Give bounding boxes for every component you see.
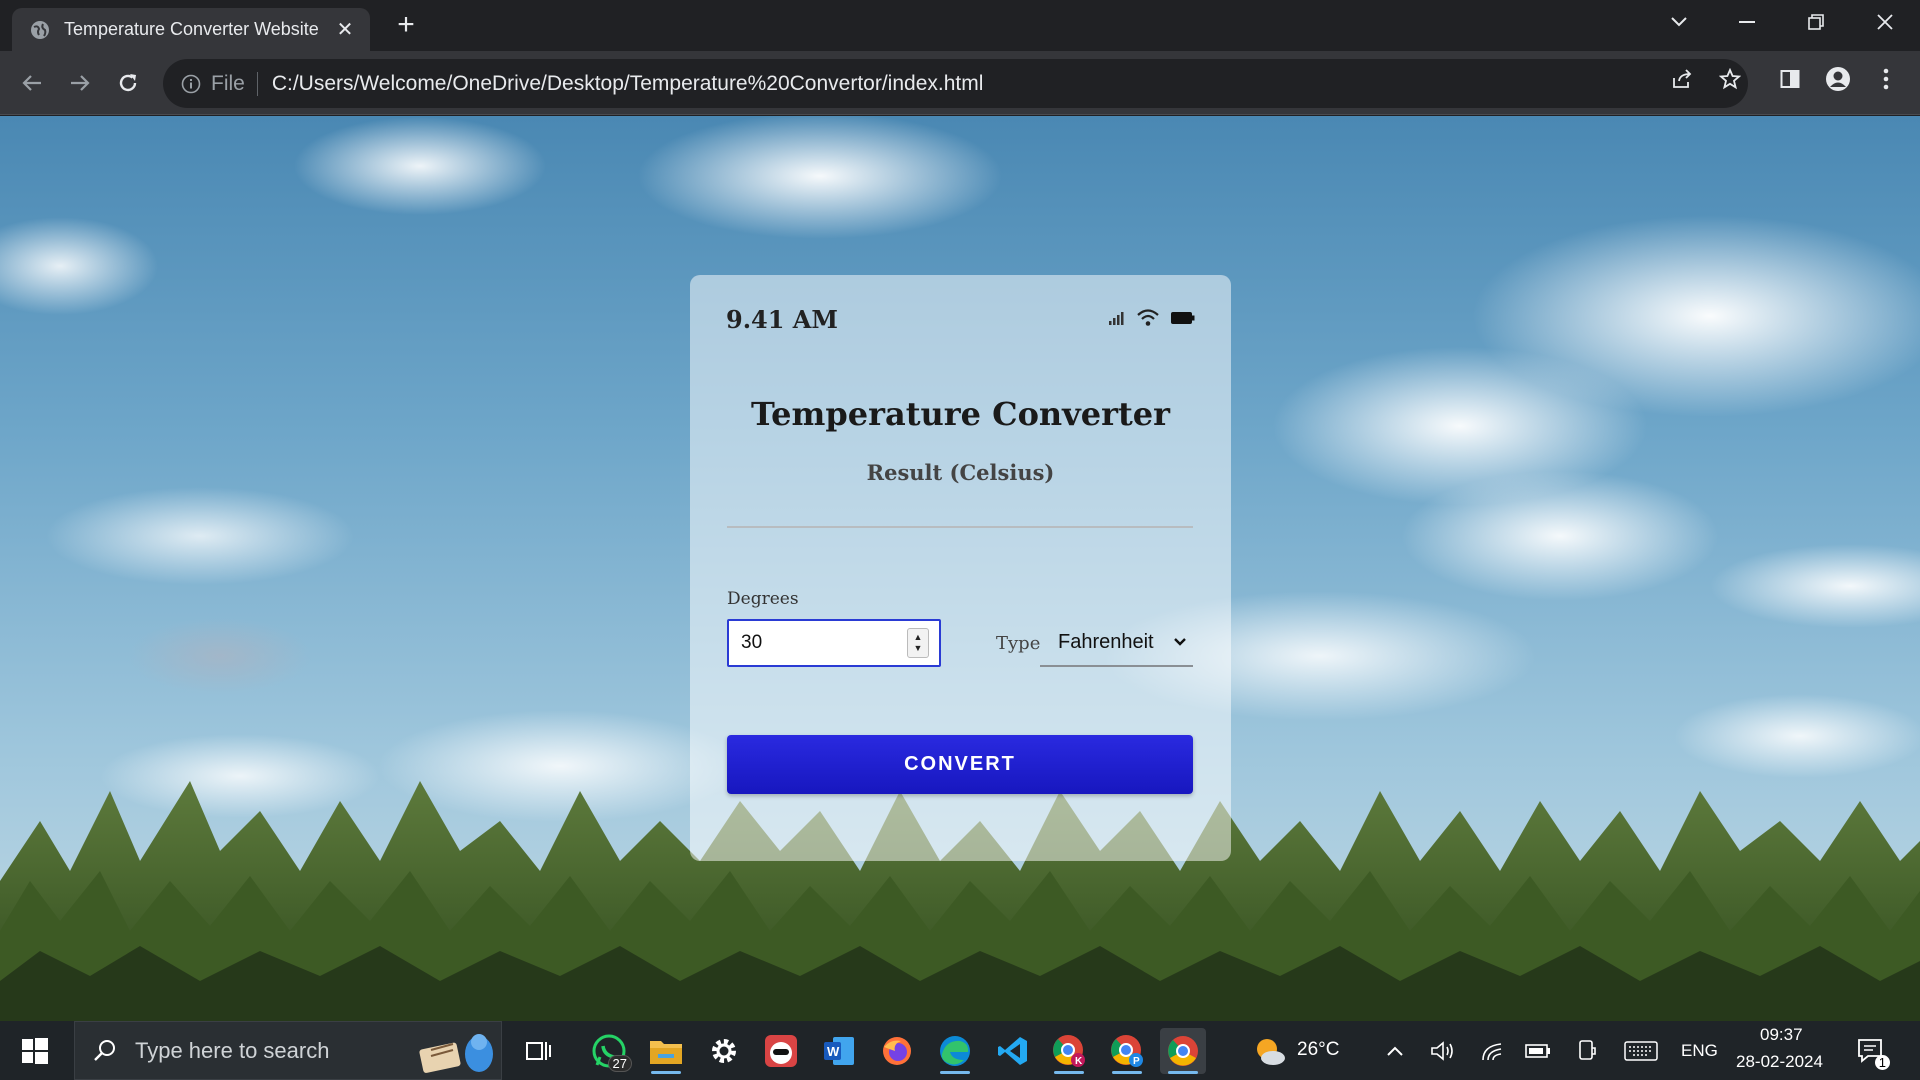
notification-count: 1 — [1874, 1055, 1890, 1070]
address-bar[interactable]: File C:/Users/Welcome/OneDrive/Desktop/T… — [163, 59, 1748, 108]
chevron-down-icon[interactable] — [1173, 637, 1187, 647]
type-select[interactable]: Fahrenheit — [1040, 619, 1193, 667]
minimize-button[interactable] — [1725, 6, 1769, 38]
tab-search-icon[interactable] — [1657, 6, 1701, 38]
search-placeholder: Type here to search — [135, 1037, 330, 1063]
restore-button[interactable] — [1794, 6, 1838, 38]
input-language[interactable]: ENG — [1681, 1041, 1718, 1061]
degrees-input-value[interactable]: 30 — [741, 632, 907, 654]
active-app-indicator — [1054, 1071, 1084, 1074]
profile-icon[interactable] — [1818, 59, 1858, 99]
spinner-up-icon[interactable]: ▲ — [914, 632, 923, 643]
network-icon[interactable] — [1469, 1028, 1515, 1074]
omnibox-separator — [256, 71, 258, 96]
convert-button[interactable]: CONVERT — [727, 735, 1193, 794]
settings-gear-icon[interactable] — [701, 1028, 747, 1074]
back-icon[interactable] — [12, 63, 52, 103]
weather-icon[interactable] — [1247, 1028, 1293, 1074]
whatsapp-badge: 27 — [607, 1055, 632, 1072]
share-icon[interactable] — [1662, 59, 1702, 99]
device-icon[interactable] — [1564, 1028, 1610, 1074]
taskbar-search[interactable]: Type here to search — [74, 1021, 502, 1080]
search-icon — [94, 1039, 115, 1061]
active-app-indicator — [940, 1071, 970, 1074]
url-text[interactable]: C:/Users/Welcome/OneDrive/Desktop/Temper… — [272, 72, 984, 96]
clock-time[interactable]: 09:37 — [1760, 1025, 1803, 1045]
notification-icon[interactable]: 1 — [1848, 1028, 1894, 1074]
svg-text:W: W — [827, 1044, 840, 1059]
degrees-input[interactable]: 30 ▲ ▼ — [727, 619, 941, 667]
active-app-indicator — [651, 1071, 681, 1074]
chevron-up-icon[interactable] — [1372, 1028, 1418, 1074]
whatsapp-icon[interactable]: 27 — [586, 1028, 632, 1074]
type-label: Type — [996, 633, 1041, 654]
word-icon[interactable]: W — [816, 1028, 862, 1074]
active-app-indicator — [1168, 1071, 1198, 1074]
spinner-down-icon[interactable]: ▼ — [914, 643, 923, 654]
chrome-profile-p-icon[interactable]: P — [1104, 1028, 1150, 1074]
degrees-label: Degrees — [727, 589, 799, 609]
svg-text:K: K — [1075, 1056, 1083, 1067]
type-select-value[interactable]: Fahrenheit — [1058, 631, 1173, 654]
tab-strip: Temperature Converter Website ✕ + — [0, 0, 1920, 51]
weather-temperature[interactable]: 26°C — [1297, 1039, 1339, 1061]
active-app-indicator — [1112, 1071, 1142, 1074]
new-tab-button[interactable]: + — [390, 10, 422, 42]
tab-close-icon[interactable]: ✕ — [334, 17, 356, 42]
tab-title: Temperature Converter Website — [64, 19, 319, 39]
result-divider — [727, 526, 1193, 528]
browser-toolbar: File C:/Users/Welcome/OneDrive/Desktop/T… — [0, 51, 1920, 115]
bookmark-star-icon[interactable] — [1710, 59, 1750, 99]
file-scheme-label: File — [211, 71, 245, 95]
info-icon[interactable] — [181, 74, 201, 94]
page-viewport: 9.41 AM Temperature Converter Result (Ce… — [0, 116, 1920, 1021]
forward-icon[interactable] — [60, 63, 100, 103]
converter-card: 9.41 AM Temperature Converter Result (Ce… — [690, 275, 1231, 861]
firefox-icon[interactable] — [874, 1028, 920, 1074]
app-mascot-icon[interactable] — [758, 1028, 804, 1074]
volume-icon[interactable] — [1420, 1028, 1466, 1074]
edge-icon[interactable] — [932, 1028, 978, 1074]
task-view-icon[interactable] — [516, 1028, 562, 1074]
status-time: 9.41 AM — [726, 305, 838, 334]
file-explorer-icon[interactable] — [643, 1028, 689, 1074]
browser-tab[interactable]: Temperature Converter Website ✕ — [12, 8, 370, 51]
keyboard-icon[interactable] — [1618, 1028, 1664, 1074]
menu-kebab-icon[interactable] — [1866, 59, 1906, 99]
signal-icon — [1109, 312, 1124, 325]
svg-text:P: P — [1133, 1056, 1140, 1067]
clock-date[interactable]: 28-02-2024 — [1736, 1052, 1823, 1072]
vscode-icon[interactable] — [990, 1028, 1036, 1074]
battery-tray-icon[interactable] — [1515, 1028, 1561, 1074]
status-icons — [1109, 309, 1195, 327]
chrome-icon[interactable] — [1160, 1028, 1206, 1074]
globe-icon — [31, 20, 49, 39]
close-window-button[interactable] — [1863, 6, 1907, 38]
search-highlight-icon — [419, 1034, 493, 1073]
result-label: Result (Celsius) — [866, 460, 1055, 485]
taskbar: Type here to search 27 W K P 26°C ENG 09… — [0, 1021, 1920, 1080]
side-panel-icon[interactable] — [1770, 59, 1810, 99]
wifi-icon — [1137, 309, 1159, 326]
number-spinner[interactable]: ▲ ▼ — [907, 628, 929, 658]
reload-icon[interactable] — [108, 63, 148, 103]
page-title: Temperature Converter — [751, 395, 1170, 433]
chrome-profile-k-icon[interactable]: K — [1046, 1028, 1092, 1074]
battery-icon — [1171, 312, 1195, 324]
windows-start-icon[interactable] — [12, 1028, 58, 1074]
